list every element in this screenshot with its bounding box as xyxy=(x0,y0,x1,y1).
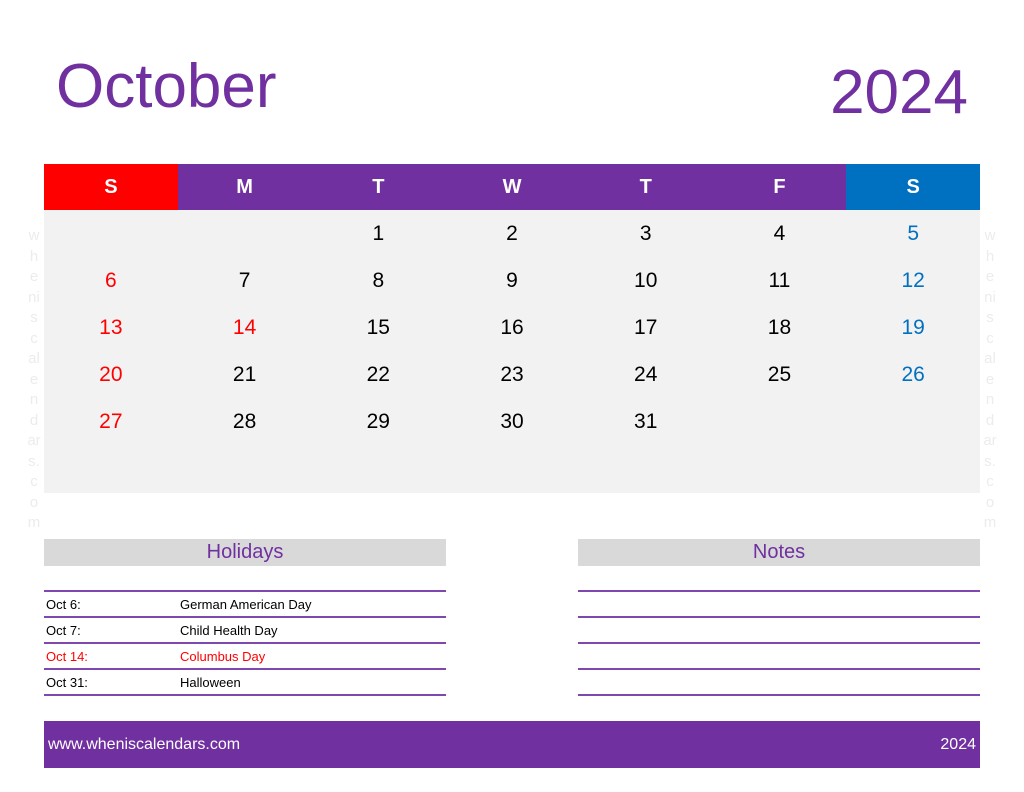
day-cell[interactable]: 29 xyxy=(311,398,445,445)
holiday-row: Oct 31: Halloween xyxy=(44,670,446,696)
watermark-fragment: m xyxy=(983,514,997,531)
watermark-fragment: c xyxy=(986,473,994,490)
watermark-right: w h e ni s c al e n d ar s. c o m xyxy=(976,226,1004,534)
day-cell[interactable]: 14 xyxy=(178,304,312,351)
holiday-date: Oct 6: xyxy=(46,596,81,612)
holiday-row: Oct 6: German American Day xyxy=(44,592,446,618)
day-cell[interactable]: 13 xyxy=(44,304,178,351)
watermark-fragment: d xyxy=(985,411,995,429)
note-line[interactable] xyxy=(578,618,980,644)
day-cell[interactable]: 17 xyxy=(579,304,713,351)
day-cell[interactable]: 24 xyxy=(579,351,713,398)
weekday-sunday: S xyxy=(44,164,178,210)
day-cell[interactable]: 20 xyxy=(44,351,178,398)
notes-panel: Notes xyxy=(578,539,980,696)
holidays-title: Holidays xyxy=(44,539,446,566)
watermark-fragment: o xyxy=(29,493,39,511)
day-cell[interactable]: 5 xyxy=(846,210,980,257)
weekday-friday: F xyxy=(712,164,847,210)
watermark-fragment: e xyxy=(985,268,995,285)
day-cell[interactable]: 3 xyxy=(579,210,713,257)
month-title: October xyxy=(56,52,277,121)
holiday-row: Oct 14: Columbus Day xyxy=(44,644,446,670)
footer-bar: www.wheniscalendars.com 2024 xyxy=(44,721,980,768)
holiday-name: Halloween xyxy=(180,674,241,690)
day-cell[interactable]: 11 xyxy=(713,257,847,304)
weekday-header-row: S M T W T F S xyxy=(44,164,981,210)
week-row: 20 21 22 23 24 25 26 xyxy=(44,351,980,398)
year-title: 2024 xyxy=(830,58,968,127)
watermark-fragment: s. xyxy=(984,452,996,470)
day-cell[interactable]: 1 xyxy=(311,210,445,257)
weekday-thursday: T xyxy=(578,164,713,210)
day-cell[interactable]: 8 xyxy=(311,257,445,304)
calendar-grid: S M T W T F S 1 2 3 4 5 6 7 8 9 10 11 12 13 14 15 16 17 1… xyxy=(44,164,981,493)
holiday-date: Oct 14: xyxy=(46,648,88,664)
holiday-date: Oct 31: xyxy=(46,674,88,690)
weekday-tuesday: T xyxy=(311,164,446,210)
footer-website[interactable]: www.wheniscalendars.com xyxy=(44,736,240,754)
day-cell[interactable]: 2 xyxy=(445,210,579,257)
day-cell[interactable]: 19 xyxy=(846,304,980,351)
day-cell[interactable]: 22 xyxy=(311,351,445,398)
day-cell[interactable]: 18 xyxy=(713,304,847,351)
day-cell[interactable]: 23 xyxy=(445,351,579,398)
week-row: 12345 xyxy=(44,210,980,257)
empty-day-cell xyxy=(44,210,178,257)
day-cell[interactable]: 28 xyxy=(178,398,312,445)
note-line[interactable] xyxy=(578,644,980,670)
watermark-fragment: w xyxy=(984,227,996,244)
day-cell[interactable]: 25 xyxy=(713,351,847,398)
footer-year: 2024 xyxy=(940,735,976,753)
holidays-list: Oct 6: German American Day Oct 7: Child Hea… xyxy=(44,590,446,696)
day-cell[interactable]: 30 xyxy=(445,398,579,445)
day-cell[interactable]: 9 xyxy=(445,257,579,304)
day-cell[interactable]: 6 xyxy=(44,257,178,304)
empty-day-cell xyxy=(178,210,312,257)
day-cell[interactable]: 7 xyxy=(178,257,312,304)
day-cell[interactable]: 26 xyxy=(846,351,980,398)
watermark-fragment: c xyxy=(986,329,994,347)
watermark-fragment: m xyxy=(27,514,41,531)
note-line[interactable] xyxy=(578,592,980,618)
day-cell[interactable]: 31 xyxy=(579,398,713,445)
day-cell[interactable]: 16 xyxy=(445,304,579,351)
weekday-wednesday: W xyxy=(445,164,579,210)
day-cell[interactable]: 4 xyxy=(713,210,847,257)
week-row: 13 14 15 16 17 18 19 xyxy=(44,304,980,351)
watermark-fragment: h xyxy=(985,247,995,265)
empty-day-cell xyxy=(713,398,847,445)
watermark-fragment: ar xyxy=(983,432,997,449)
weekday-monday: M xyxy=(177,164,312,210)
holiday-name: Columbus Day xyxy=(180,648,266,664)
watermark-fragment: ni xyxy=(984,288,996,306)
notes-title: Notes xyxy=(578,539,980,566)
day-cell[interactable]: 12 xyxy=(846,257,980,304)
holiday-name: Child Health Day xyxy=(180,622,278,638)
days-grid: 1 2 3 4 5 6 7 8 9 10 11 12 13 14 15 16 17 18 19 20 21 22 23 24 2… xyxy=(44,210,980,493)
watermark-fragment: n xyxy=(985,391,995,408)
note-line[interactable] xyxy=(578,670,980,696)
watermark-fragment: al xyxy=(984,350,996,367)
day-cell[interactable]: 15 xyxy=(311,304,445,351)
watermark-fragment: e xyxy=(985,370,995,388)
holiday-date: Oct 7: xyxy=(46,622,81,638)
weekday-saturday: S xyxy=(846,164,981,210)
day-cell[interactable]: 27 xyxy=(44,398,178,445)
watermark-fragment: o xyxy=(985,493,995,511)
notes-lines xyxy=(578,590,980,696)
holiday-name: German American Day xyxy=(180,596,312,612)
watermark-fragment: s xyxy=(986,309,994,326)
holidays-panel: Holidays Oct 6: German American Day Oct 7:… xyxy=(44,539,446,696)
empty-day-cell xyxy=(846,398,980,445)
week-row: 6 7 8 9 10 11 12 xyxy=(44,257,980,304)
day-cell[interactable]: 10 xyxy=(579,257,713,304)
day-cell[interactable]: 21 xyxy=(178,351,312,398)
week-row: 27 28 29 30 31 xyxy=(44,398,980,445)
holiday-row: Oct 7: Child Health Day xyxy=(44,618,446,644)
